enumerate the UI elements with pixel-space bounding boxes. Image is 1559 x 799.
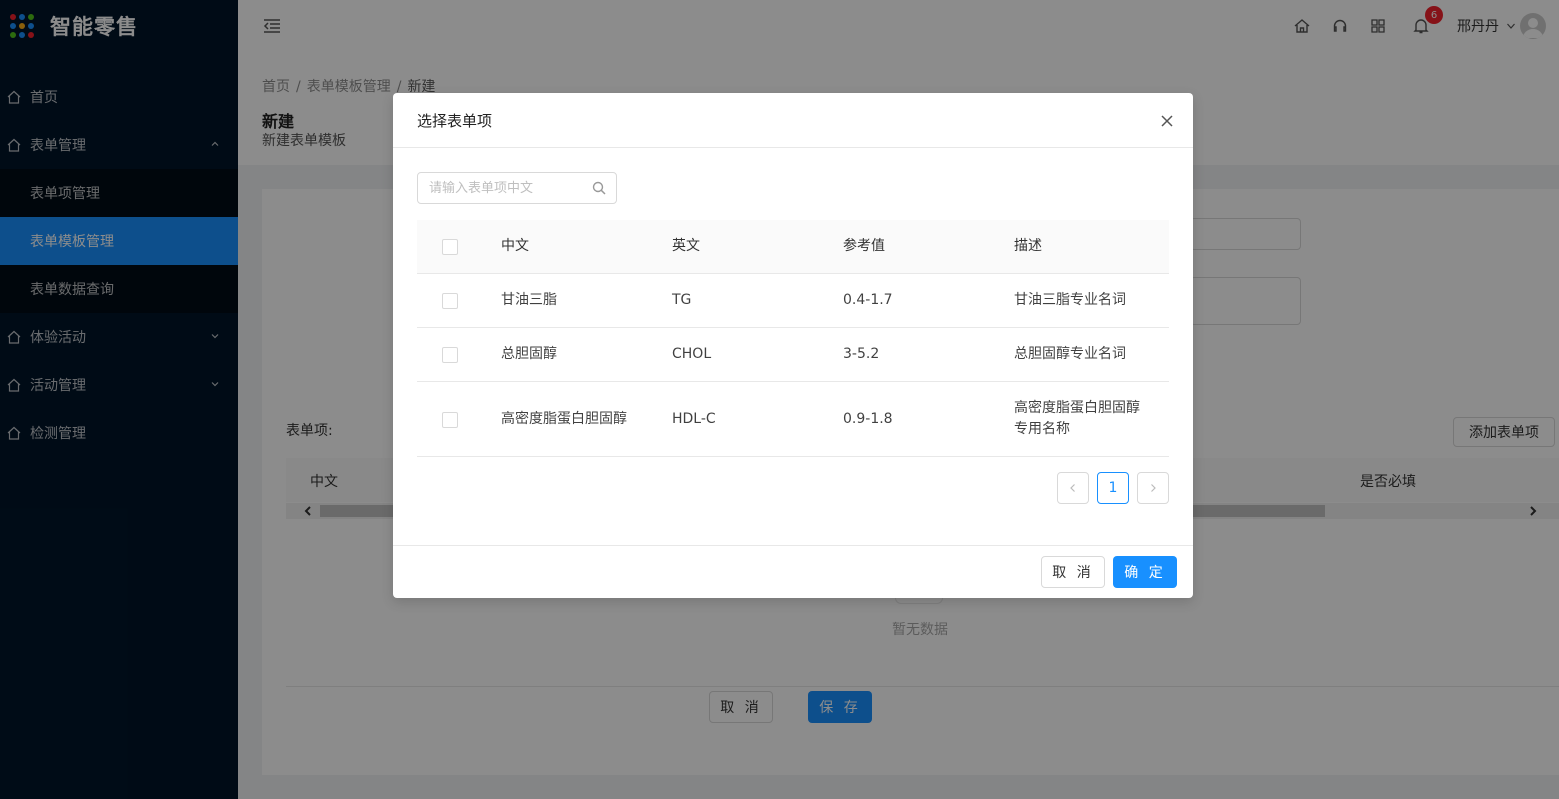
pagination-next[interactable] [1137,472,1169,504]
cell-english: CHOL [672,346,712,362]
chevron-left-icon [1070,484,1075,492]
column-header-chinese: 中文 [501,238,529,254]
pagination-prev[interactable] [1057,472,1089,504]
modal-title: 选择表单项 [417,111,493,130]
cell-reference: 0.9-1.8 [843,410,893,427]
select-form-item-modal: 选择表单项 中文 英文 参考值 描述 甘油三脂 TG 0.4-1.7 甘油三脂专… [393,93,1193,598]
select-all-cell [442,220,458,273]
search-box [417,172,617,204]
table-header: 中文 英文 参考值 描述 [417,220,1169,274]
table-row[interactable]: 高密度脂蛋白胆固醇 HDL-C 0.9-1.8 高密度脂蛋白胆固醇专用名称 [417,382,1169,457]
cell-chinese: 甘油三脂 [501,292,557,308]
cell-english: TG [672,292,692,308]
search-input[interactable] [418,173,578,203]
select-all-checkbox[interactable] [442,239,458,255]
cell-english: HDL-C [672,410,716,427]
cell-reference: 0.4-1.7 [843,292,893,308]
chevron-right-icon [1151,484,1156,492]
close-icon[interactable] [1159,113,1175,129]
modal-ok-button[interactable]: 确 定 [1113,556,1177,588]
form-items-table: 中文 英文 参考值 描述 甘油三脂 TG 0.4-1.7 甘油三脂专业名词 总胆… [417,220,1169,457]
modal-header: 选择表单项 [393,93,1193,148]
cell-description: 总胆固醇专业名词 [1014,346,1126,362]
cell-reference: 3-5.2 [843,346,880,362]
modal-cancel-button[interactable]: 取 消 [1041,556,1105,588]
cell-description: 高密度脂蛋白胆固醇专用名称 [1014,400,1140,437]
table-row[interactable]: 甘油三脂 TG 0.4-1.7 甘油三脂专业名词 [417,274,1169,328]
column-header-reference: 参考值 [843,238,885,254]
row-checkbox[interactable] [442,412,458,428]
row-checkbox[interactable] [442,293,458,309]
cell-chinese: 总胆固醇 [501,346,557,362]
row-checkbox[interactable] [442,347,458,363]
cell-chinese: 高密度脂蛋白胆固醇 [501,410,627,427]
cell-description: 甘油三脂专业名词 [1014,292,1126,308]
column-header-description: 描述 [1014,238,1042,254]
column-header-english: 英文 [672,238,700,254]
modal-footer: 取 消 确 定 [393,545,1193,598]
pagination-page[interactable]: 1 [1097,472,1129,504]
search-icon[interactable] [592,181,606,195]
table-row[interactable]: 总胆固醇 CHOL 3-5.2 总胆固醇专业名词 [417,328,1169,382]
